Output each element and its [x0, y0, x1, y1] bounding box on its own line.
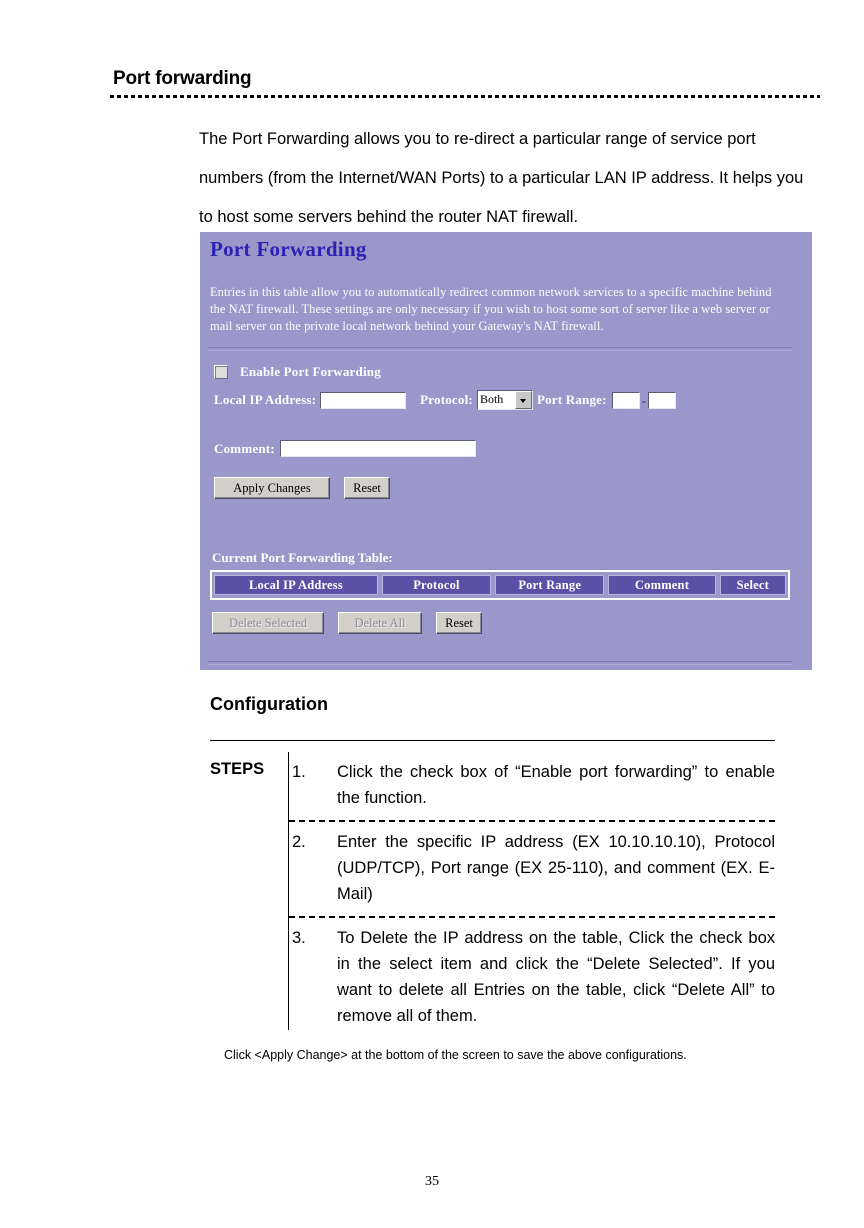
- local-ip-label: Local IP Address:: [214, 392, 317, 407]
- steps-list: 1. Click the check box of “Enable port f…: [289, 752, 775, 1038]
- step-item: 1. Click the check box of “Enable port f…: [289, 752, 775, 822]
- table-header-local-ip: Local IP Address: [214, 575, 378, 595]
- comment-row: Comment:: [214, 440, 476, 457]
- table-reset-button[interactable]: Reset: [436, 612, 482, 634]
- chevron-down-icon[interactable]: [514, 391, 532, 409]
- protocol-selected-value: Both: [477, 391, 515, 409]
- configuration-rule: [210, 740, 775, 741]
- panel-divider-top: [208, 347, 792, 351]
- step-text: Enter the specific IP address (EX 10.10.…: [337, 833, 775, 903]
- router-ui-screenshot: Port Forwarding Entries in this table al…: [200, 232, 812, 670]
- local-ip-input[interactable]: [320, 391, 407, 409]
- intro-paragraph: The Port Forwarding allows you to re-dir…: [199, 130, 804, 226]
- page-title: Port forwarding: [113, 68, 252, 89]
- apply-changes-button[interactable]: Apply Changes: [214, 477, 330, 499]
- table-header-protocol: Protocol: [381, 575, 492, 595]
- step-text: To Delete the IP address on the table, C…: [337, 929, 775, 1025]
- enable-port-forwarding-label: Enable Port Forwarding: [240, 364, 381, 379]
- current-table-title: Current Port Forwarding Table:: [212, 550, 393, 565]
- enable-port-forwarding-checkbox[interactable]: [214, 365, 228, 379]
- port-range-label: Port Range:: [536, 392, 607, 407]
- footer-note: Click <Apply Change> at the bottom of th…: [224, 1048, 687, 1062]
- protocol-select[interactable]: Both: [476, 390, 533, 410]
- delete-selected-button[interactable]: Delete Selected: [212, 612, 324, 634]
- port-range-separator: -: [641, 392, 647, 408]
- port-forwarding-table: Local IP Address Protocol Port Range Com…: [210, 570, 790, 600]
- port-range-start-input[interactable]: [611, 391, 640, 409]
- steps-label: STEPS: [210, 760, 265, 778]
- forwarding-entry-row: Local IP Address: Protocol: Both Port Ra…: [214, 390, 677, 410]
- step-item: 2. Enter the specific IP address (EX 10.…: [289, 822, 775, 918]
- comment-label: Comment:: [214, 440, 275, 456]
- port-range-end-input[interactable]: [648, 391, 677, 409]
- step-item: 3. To Delete the IP address on the table…: [289, 918, 775, 1038]
- step-number: 1.: [292, 763, 306, 781]
- reset-button[interactable]: Reset: [344, 477, 390, 499]
- step-text: Click the check box of “Enable port forw…: [337, 763, 775, 807]
- table-actions: Delete Selected Delete All Reset: [212, 612, 496, 634]
- panel-divider-bottom: [208, 661, 792, 665]
- configuration-heading: Configuration: [210, 694, 328, 714]
- form-actions: Apply Changes Reset: [214, 477, 404, 499]
- page-number: 35: [425, 1174, 439, 1189]
- table-header-port-range: Port Range: [495, 575, 605, 595]
- step-number: 2.: [292, 833, 306, 851]
- heading-divider: [110, 95, 820, 98]
- page-heading-section: Port forwarding: [110, 68, 820, 98]
- comment-input[interactable]: [279, 440, 476, 457]
- router-panel-description: Entries in this table allow you to autom…: [210, 285, 772, 333]
- protocol-label: Protocol:: [420, 392, 473, 407]
- enable-port-forwarding-row[interactable]: Enable Port Forwarding: [214, 364, 381, 380]
- table-header-select: Select: [719, 575, 786, 595]
- router-panel-title: Port Forwarding: [210, 237, 367, 261]
- table-header-comment: Comment: [608, 575, 716, 595]
- delete-all-button[interactable]: Delete All: [338, 612, 422, 634]
- step-number: 3.: [292, 929, 306, 947]
